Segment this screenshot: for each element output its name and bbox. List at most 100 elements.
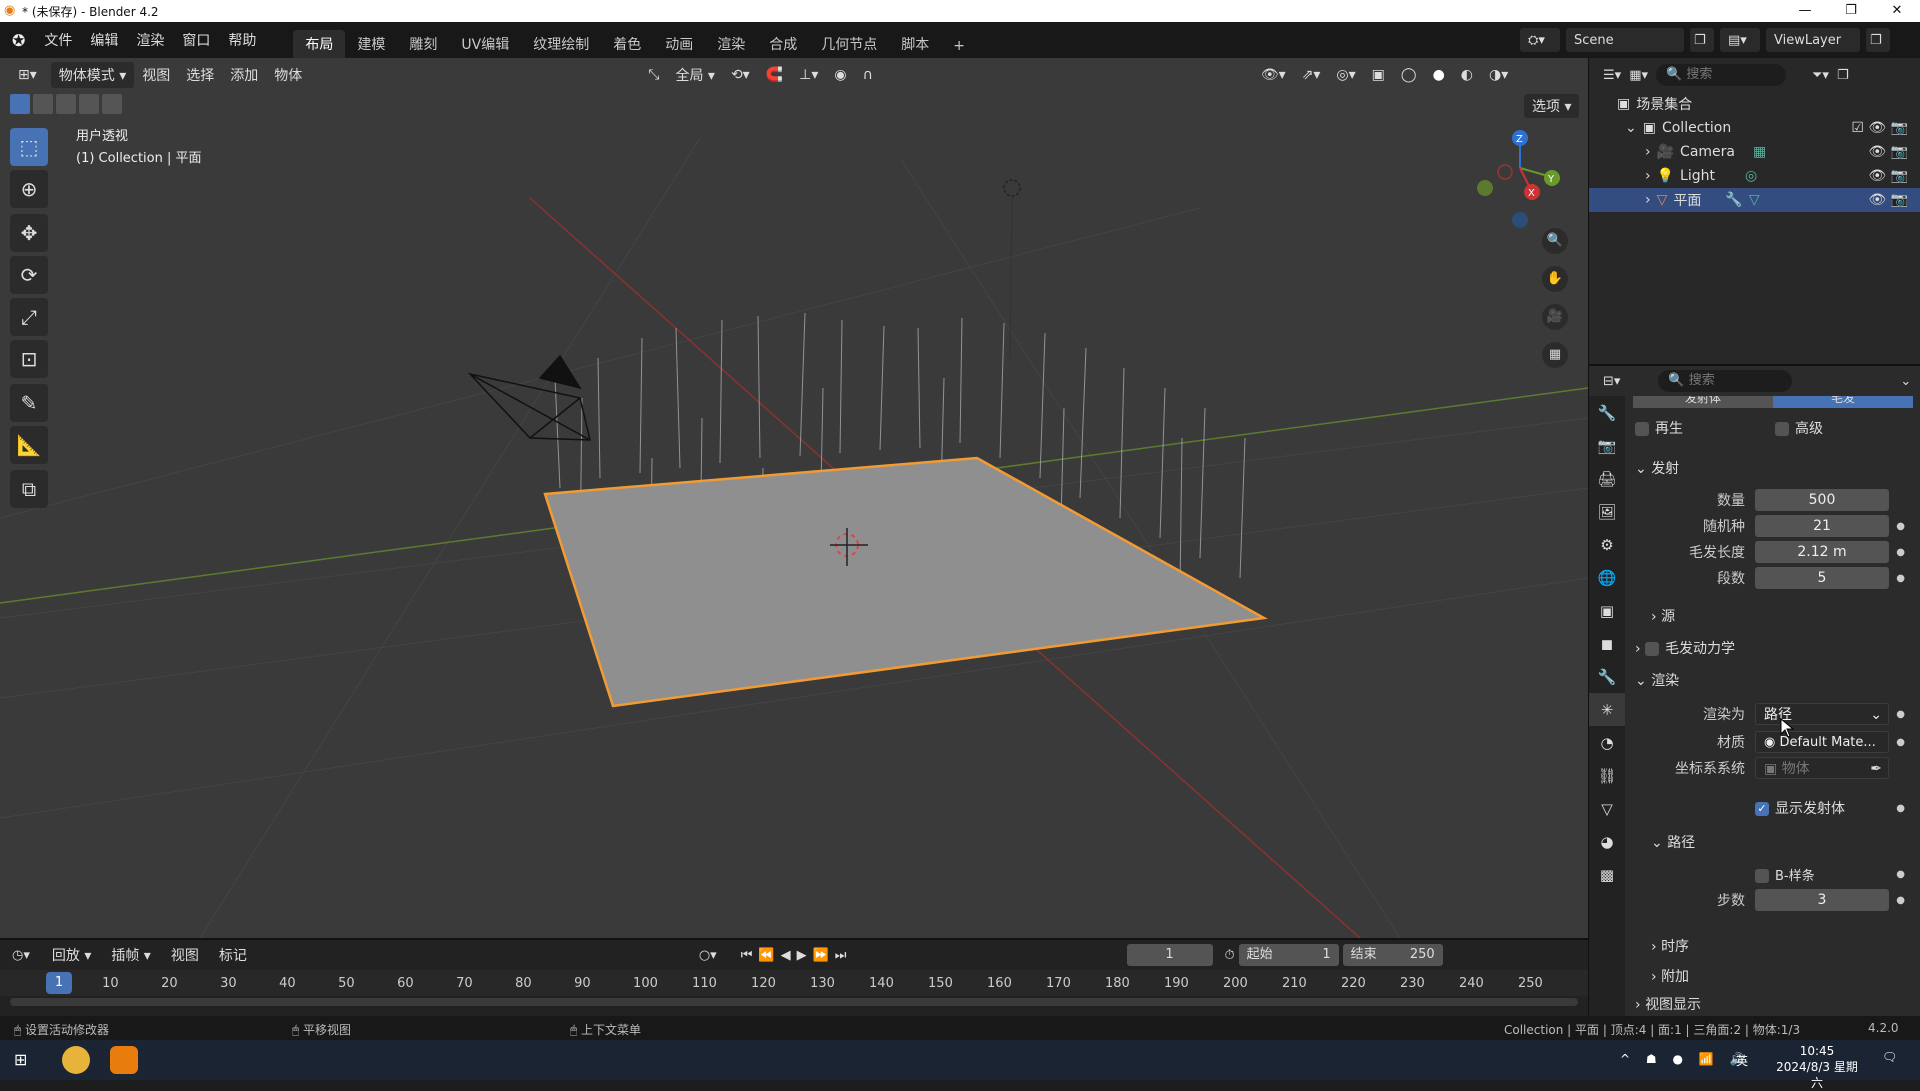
properties-search-input[interactable]: 🔍 搜索 — [1658, 370, 1793, 392]
annotate-tool-icon[interactable]: ✎ — [10, 384, 48, 422]
cursor-tool-icon[interactable]: ⊕ — [10, 170, 48, 208]
notification-icon[interactable]: 🗨 — [1882, 1050, 1897, 1064]
extra-subpanel-header[interactable]: › 附加 — [1651, 966, 1920, 986]
hair-length-field[interactable]: 2.12 m — [1755, 541, 1889, 563]
viewport-menu-object[interactable]: 物体 — [266, 62, 310, 88]
outliner-editor-icon[interactable]: ☰▾ — [1603, 68, 1621, 83]
visibility-icon[interactable]: 👁▾ — [1253, 64, 1294, 86]
rendered-shading-icon[interactable]: ◑▾ — [1481, 64, 1516, 86]
transform-tool-icon[interactable]: ⊡ — [10, 340, 48, 378]
particles-tab-icon[interactable]: ✳ — [1589, 693, 1625, 726]
steps-field[interactable]: 3 — [1755, 889, 1889, 911]
tab-uv-editing[interactable]: UV编辑 — [449, 30, 521, 58]
options-dropdown[interactable]: 选项 ▾ — [1524, 94, 1580, 118]
item-visibility-controls[interactable]: 👁 📷 — [1868, 192, 1908, 208]
chrome-app-icon[interactable] — [62, 1046, 90, 1074]
material-tab-icon[interactable]: ◕ — [1589, 825, 1625, 858]
properties-editor-icon[interactable]: ⊟▾ — [1603, 374, 1620, 389]
mode-selector[interactable]: 物体模式 ▾ — [50, 62, 135, 88]
viewport-display-panel-header[interactable]: › 视图显示 — [1635, 994, 1915, 1014]
texture-tab-icon[interactable]: ▩ — [1589, 858, 1625, 891]
menu-render[interactable]: 渲染 — [127, 30, 173, 50]
pan-hand-icon[interactable]: ✋ — [1542, 266, 1568, 292]
constraints-tab-icon[interactable]: ⛓ — [1589, 759, 1625, 792]
light-data-icon[interactable]: ◎ — [1745, 168, 1757, 184]
snap-icon[interactable]: 🧲 — [758, 64, 791, 86]
select-box-tool-icon[interactable]: ⬚ — [10, 128, 48, 166]
select-extend-icon[interactable] — [33, 94, 53, 114]
output-tab-icon[interactable]: 🖨 — [1589, 462, 1625, 495]
measure-tool-icon[interactable]: 📐 — [10, 426, 48, 464]
scene-selector[interactable]: Scene — [1566, 28, 1684, 52]
physics-tab-icon[interactable]: ◔ — [1589, 726, 1625, 759]
menu-file[interactable]: 文件 — [35, 30, 81, 50]
menu-window[interactable]: 窗口 — [173, 30, 219, 50]
add-workspace-icon[interactable]: + — [941, 34, 977, 58]
timing-subpanel-header[interactable]: › 时序 — [1651, 936, 1920, 956]
render-as-dropdown[interactable]: 路径 ⌄ — [1755, 703, 1889, 725]
pivot-point-icon[interactable]: ⟲▾ — [723, 64, 758, 86]
outliner-scene-collection[interactable]: ▣ 场景集合 — [1589, 92, 1920, 116]
perspective-toggle-icon[interactable]: ▦ — [1542, 342, 1568, 368]
item-visibility-controls[interactable]: 👁 📷 — [1868, 144, 1908, 160]
windows-start-icon[interactable]: ⊞ — [14, 1050, 27, 1069]
world-tab-icon[interactable]: 🌐 — [1589, 561, 1625, 594]
select-subtract-icon[interactable] — [56, 94, 76, 114]
rotate-tool-icon[interactable]: ⟳ — [10, 256, 48, 294]
keyframe-dot-icon[interactable]: ● — [1896, 709, 1905, 720]
system-tray-icons[interactable]: ^ ☗ ● 📶 🔊 — [1620, 1052, 1750, 1066]
mesh-data-icon[interactable]: ▽ — [1749, 192, 1760, 208]
select-invert-icon[interactable] — [79, 94, 99, 114]
expand-chevron-icon[interactable]: › — [1645, 144, 1651, 160]
coord-object-field[interactable]: ▣ 物体 ✒ — [1755, 757, 1889, 779]
properties-options-icon[interactable]: ⌄ — [1900, 374, 1911, 389]
source-subpanel-header[interactable]: › 源 — [1651, 606, 1920, 626]
tab-geometry-nodes[interactable]: 几何节点 — [809, 30, 889, 58]
expand-chevron-icon[interactable]: ⌄ — [1625, 120, 1637, 136]
3d-viewport[interactable]: Z Y X ⊞▾ 物体模式 ▾ 视图 选择 添加 物体 ⤡ 全局 ▾ ⟲▾ 🧲 … — [0, 58, 1588, 938]
viewport-menu-add[interactable]: 添加 — [222, 62, 266, 88]
outliner-item-plane[interactable]: › ▽ 平面 🔧 ▽ 👁 📷 — [1589, 188, 1920, 212]
menu-help[interactable]: 帮助 — [219, 30, 265, 50]
zoom-icon[interactable]: 🔍 — [1542, 228, 1568, 254]
tab-modeling[interactable]: 建模 — [345, 30, 397, 58]
show-emitter-checkbox[interactable]: ✓ 显示发射体 — [1755, 798, 1845, 818]
collection-visibility-controls[interactable]: ☑ 👁 📷 — [1851, 120, 1908, 136]
view-layer-tab-icon[interactable]: 🖼 — [1589, 495, 1625, 528]
snap-target-icon[interactable]: ⊥▾ — [791, 64, 826, 86]
move-tool-icon[interactable]: ✥ — [10, 214, 48, 252]
gizmo-toggle-icon[interactable]: ⇗▾ — [1294, 64, 1329, 86]
new-viewlayer-icon[interactable]: ❐ — [1866, 28, 1890, 52]
tab-texture-paint[interactable]: 纹理绘制 — [521, 30, 601, 58]
expand-chevron-icon[interactable]: › — [1645, 168, 1651, 184]
eyedropper-icon[interactable]: ✒ — [1870, 758, 1882, 780]
select-new-icon[interactable] — [10, 94, 30, 114]
seed-field[interactable]: 21 — [1755, 515, 1889, 537]
collection-tab-icon[interactable]: ▣ — [1589, 594, 1625, 627]
advanced-checkbox[interactable]: 高级 — [1775, 418, 1823, 438]
camera-data-icon[interactable]: ▦ — [1753, 144, 1766, 160]
solid-shading-icon[interactable]: ● — [1425, 64, 1453, 86]
object-tab-icon[interactable]: ◼ — [1589, 627, 1625, 660]
close-button[interactable]: ✕ — [1874, 0, 1920, 22]
viewlayer-selector[interactable]: ViewLayer — [1766, 28, 1860, 52]
ime-indicator[interactable]: 英 — [1736, 1052, 1748, 1069]
render-panel-header[interactable]: ⌄ 渲染 — [1635, 670, 1915, 690]
outliner-item-camera[interactable]: › 🎥 Camera ▦ 👁 📷 — [1589, 140, 1920, 164]
regenerate-checkbox[interactable]: 再生 — [1635, 418, 1775, 438]
tab-rendering[interactable]: 渲染 — [705, 30, 757, 58]
material-shading-icon[interactable]: ◐ — [1453, 64, 1481, 86]
modifier-tab-icon[interactable]: 🔧 — [1589, 660, 1625, 693]
menu-edit[interactable]: 编辑 — [81, 30, 127, 50]
minimize-button[interactable]: — — [1782, 0, 1828, 22]
scale-tool-icon[interactable]: ⤢ — [10, 298, 48, 336]
outliner-collection-row[interactable]: ⌄ ▣ Collection ☑ 👁 📷 — [1589, 116, 1920, 140]
proportional-edit-icon[interactable]: ◉ — [826, 64, 854, 86]
add-cube-tool-icon[interactable]: ⧉ — [10, 470, 48, 508]
tab-layout[interactable]: 布局 — [293, 30, 346, 58]
scene-browse-icon[interactable]: ⛭▾ — [1520, 28, 1560, 52]
keyframe-dot-icon[interactable]: ● — [1896, 547, 1905, 558]
blender-menu-icon[interactable]: ✪ — [12, 31, 25, 50]
new-scene-icon[interactable]: ❐ — [1690, 28, 1714, 52]
tab-animation[interactable]: 动画 — [653, 30, 705, 58]
